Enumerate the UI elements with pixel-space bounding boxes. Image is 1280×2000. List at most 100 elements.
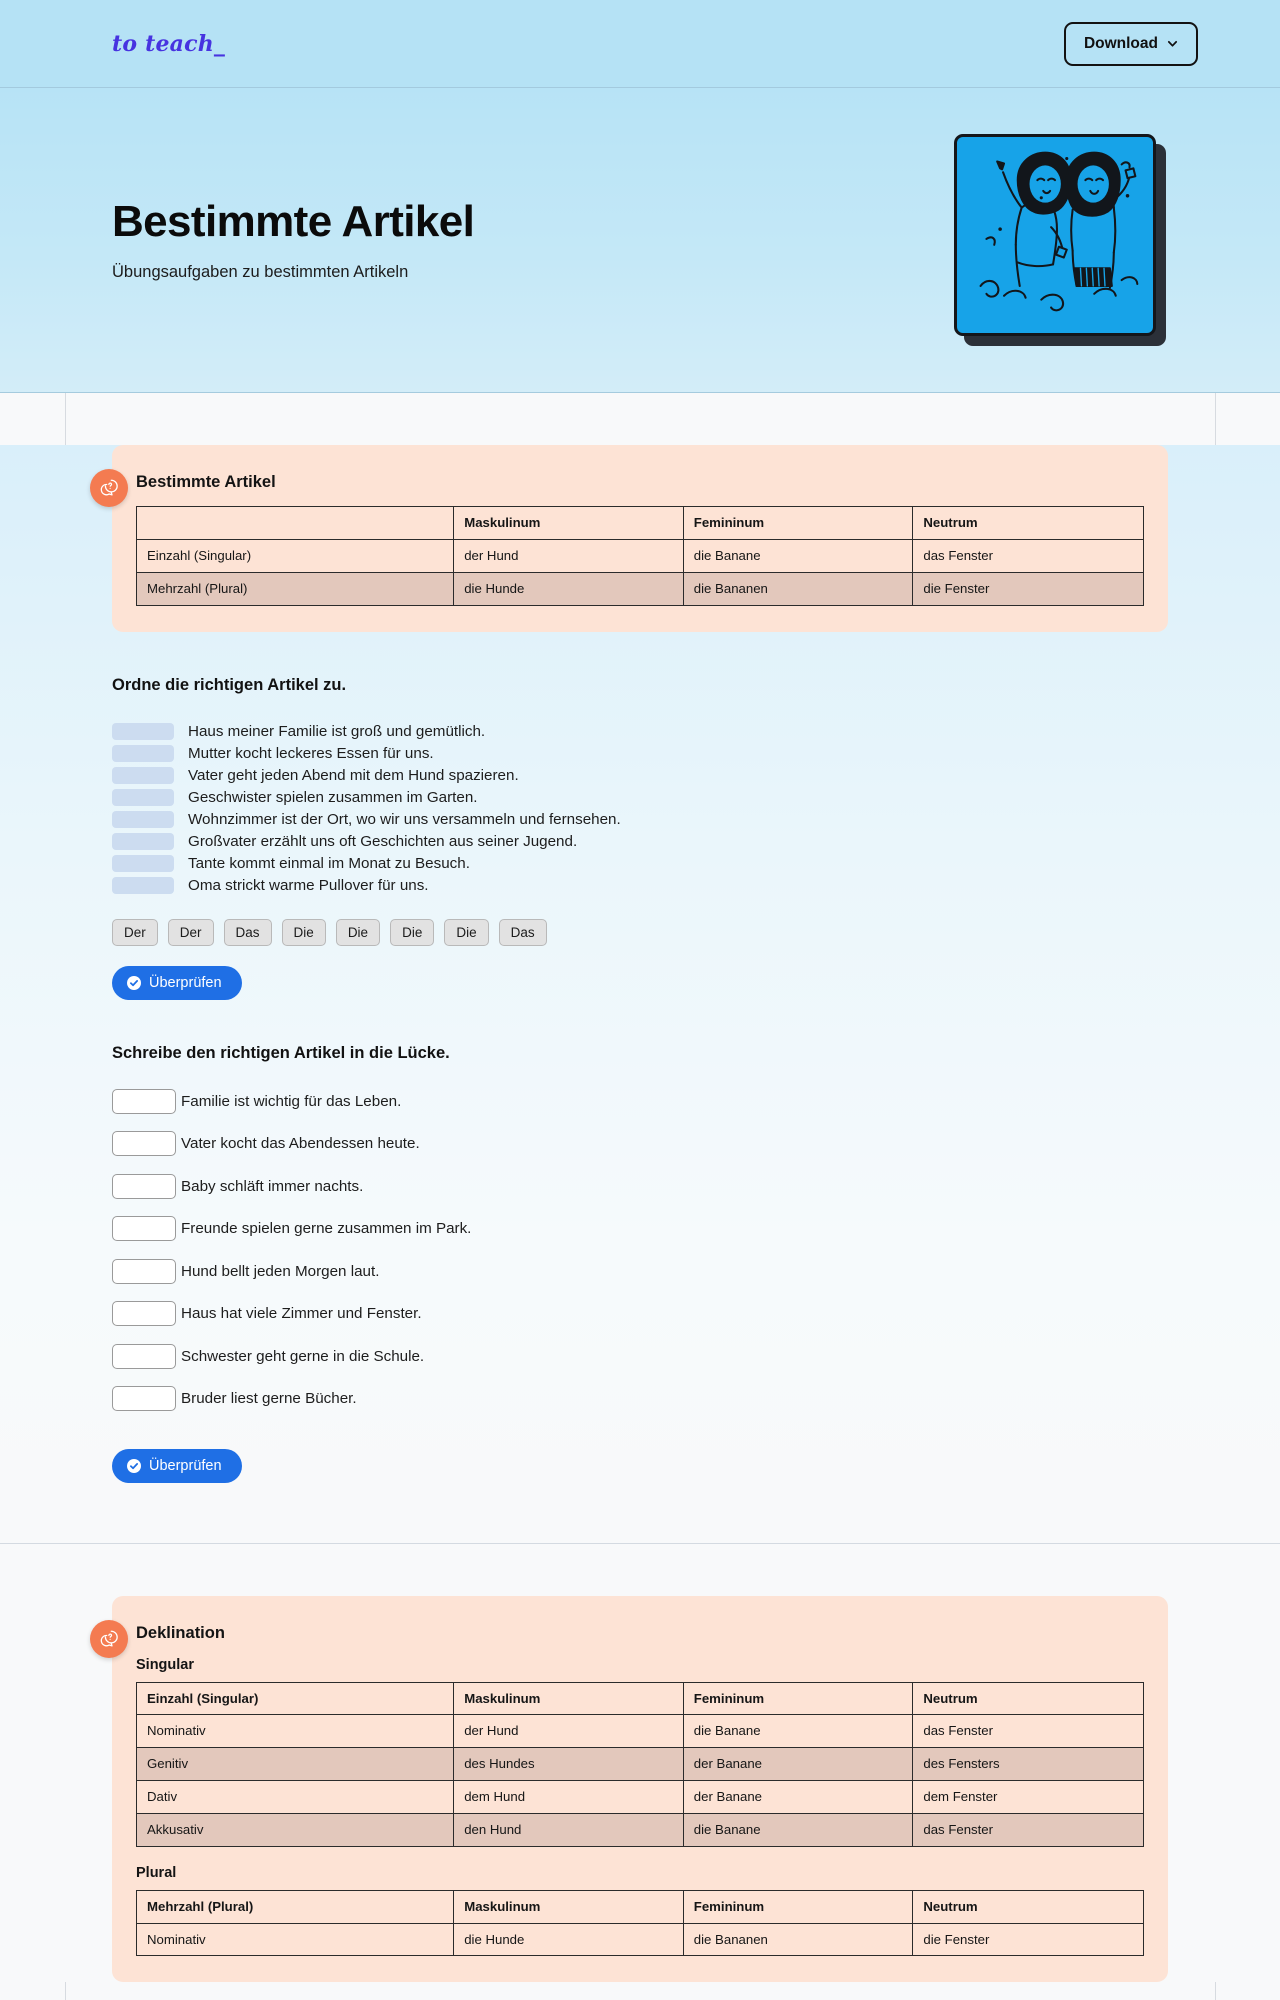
sentence-text: Bruder liest gerne Bücher. [181,1390,357,1408]
table-header-cell: Neutrum [912,506,1144,540]
table-cell: die Bananen [682,571,914,606]
table-row: Genitiv des Hundes der Banane des Fenste… [135,1747,1144,1782]
check-answers-button-fill[interactable]: Überprüfen [112,1448,242,1483]
article-input[interactable] [112,1216,176,1242]
cover-card [954,134,1156,336]
check-answers-button-drag[interactable]: Überprüfen [112,965,242,1000]
drop-slot[interactable] [112,789,174,807]
article-input[interactable] [112,1131,176,1157]
table-cell: dem Fenster [912,1780,1144,1814]
table-cell: des Hundes [453,1747,684,1782]
article-chip[interactable]: Das [498,918,547,946]
table-cell: Nominativ [135,1714,455,1749]
table-cell: Dativ [135,1780,455,1814]
table-cell: die Bananen [682,1922,914,1957]
list-item: Familie ist wichtig für das Leben. [112,1088,1168,1114]
table-cell: das Fenster [912,1714,1144,1749]
drop-slot[interactable] [112,745,174,763]
list-item: Vater geht jeden Abend mit dem Hund spaz… [112,765,1168,787]
sentence-text: Vater geht jeden Abend mit dem Hund spaz… [188,767,519,785]
check-circle-icon [127,975,141,990]
table-cell: Genitiv [135,1747,455,1782]
table-row: Mehrzahl (Plural) die Hunde die Bananen … [135,571,1144,606]
info-card-title: Bestimmte Artikel [136,473,276,491]
table-header-cell: Femininum [682,1681,914,1716]
hero-text: Bestimmte Artikel Übungsaufgaben zu best… [112,198,475,282]
article-chip[interactable]: Der [167,918,214,946]
table-cell: die Hunde [453,571,684,606]
table-cell: die Banane [682,1812,914,1847]
table-cell: Einzahl (Singular) [135,538,455,573]
article-input[interactable] [112,1301,176,1327]
sentence-text: Tante kommt einmal im Monat zu Besuch. [188,855,470,873]
table-header-cell: Maskulinum [453,506,684,540]
article-chip[interactable]: Die [281,918,326,946]
page-subtitle: Übungsaufgaben zu bestimmten Artikeln [112,262,409,281]
info-card-bestimmte-artikel: Bestimmte Artikel Maskulinum Femininum N… [90,445,1168,632]
article-input[interactable] [112,1343,176,1369]
check-circle-icon [127,1458,141,1473]
article-chip[interactable]: Die [444,918,489,946]
table-row: Nominativ der Hund die Banane das Fenste… [135,1714,1144,1749]
table-cell: dem Hund [453,1780,684,1814]
question-speech-bubble-icon [90,469,128,507]
check-button-label: Überprüfen [149,1457,222,1474]
hero-section: Bestimmte Artikel Übungsaufgaben zu best… [0,88,1280,393]
table-cell: die Hunde [453,1922,684,1957]
drop-slot[interactable] [112,877,174,895]
sentence-text: Oma strickt warme Pullover für uns. [188,877,429,895]
list-item: Vater kocht das Abendessen heute. [112,1131,1168,1157]
list-item: Schwester geht gerne in die Schule. [112,1343,1168,1369]
table-cell: die Fenster [912,571,1144,606]
chevron-down-icon [1167,40,1178,47]
sentence-text: Vater kocht das Abendessen heute. [181,1135,420,1153]
sentence-text: Familie ist wichtig für das Leben. [181,1092,402,1110]
table-row: Dativ dem Hund der Banane dem Fenster [135,1780,1144,1814]
question-bubble-glyph [100,1630,118,1647]
article-chip[interactable]: Das [223,918,272,946]
table-cell: Nominativ [135,1922,455,1957]
table-cell: die Banane [682,538,914,573]
table-header-cell: Einzahl (Singular) [135,1681,455,1716]
table-cell: Akkusativ [135,1812,455,1847]
section-divider [0,1542,1280,1544]
table-header-cell: Femininum [682,506,914,540]
article-chip[interactable]: Die [390,918,435,946]
table-header-cell: Maskulinum [453,1681,684,1716]
drop-slot[interactable] [112,723,174,741]
drop-slot[interactable] [112,811,174,829]
article-input[interactable] [112,1173,176,1199]
table-cell: die Fenster [912,1922,1144,1957]
table-cell: das Fenster [912,538,1144,573]
sentence-text: Haus hat viele Zimmer und Fenster. [181,1305,422,1323]
table-cell: der Banane [682,1747,914,1782]
article-input[interactable] [112,1386,176,1412]
sentence-text: Mutter kocht leckeres Essen für uns. [188,745,434,763]
table-header-cell: Mehrzahl (Plural) [135,1889,455,1924]
drop-slot[interactable] [112,833,174,851]
table-header-cell: Neutrum [912,1681,1144,1716]
table-cell: die Banane [682,1714,914,1749]
sentence-text: Großvater erzählt uns oft Geschichten au… [188,833,578,851]
sentence-text: Schwester geht gerne in die Schule. [181,1347,425,1365]
article-chip[interactable]: Der [112,918,158,946]
drop-slot[interactable] [112,767,174,785]
download-button[interactable]: Download [1063,21,1198,66]
list-item: Tante kommt einmal im Monat zu Besuch. [112,853,1168,875]
list-item: Geschwister spielen zusammen im Garten. [112,787,1168,809]
article-input[interactable] [112,1088,176,1114]
table-row: Nominativ die Hunde die Bananen die Fens… [135,1922,1144,1957]
list-item: Haus meiner Familie ist groß und gemütli… [112,721,1168,743]
article-input[interactable] [112,1258,176,1284]
app-logo[interactable]: to teach_ [112,31,225,57]
table-header-cell: Femininum [682,1889,914,1924]
exercise-drag-list: Haus meiner Familie ist groß und gemütli… [112,721,1168,897]
list-item: Baby schläft immer nachts. [112,1173,1168,1199]
exercise-drag-title: Ordne die richtigen Artikel zu. [112,675,347,694]
table-cell: das Fenster [912,1812,1144,1847]
artikel-overview-table: Maskulinum Femininum Neutrum Einzahl (Si… [135,506,1144,606]
list-item: Hund bellt jeden Morgen laut. [112,1258,1168,1284]
article-chip[interactable]: Die [335,918,381,946]
drop-slot[interactable] [112,855,174,873]
sentence-text: Hund bellt jeden Morgen laut. [181,1262,380,1280]
